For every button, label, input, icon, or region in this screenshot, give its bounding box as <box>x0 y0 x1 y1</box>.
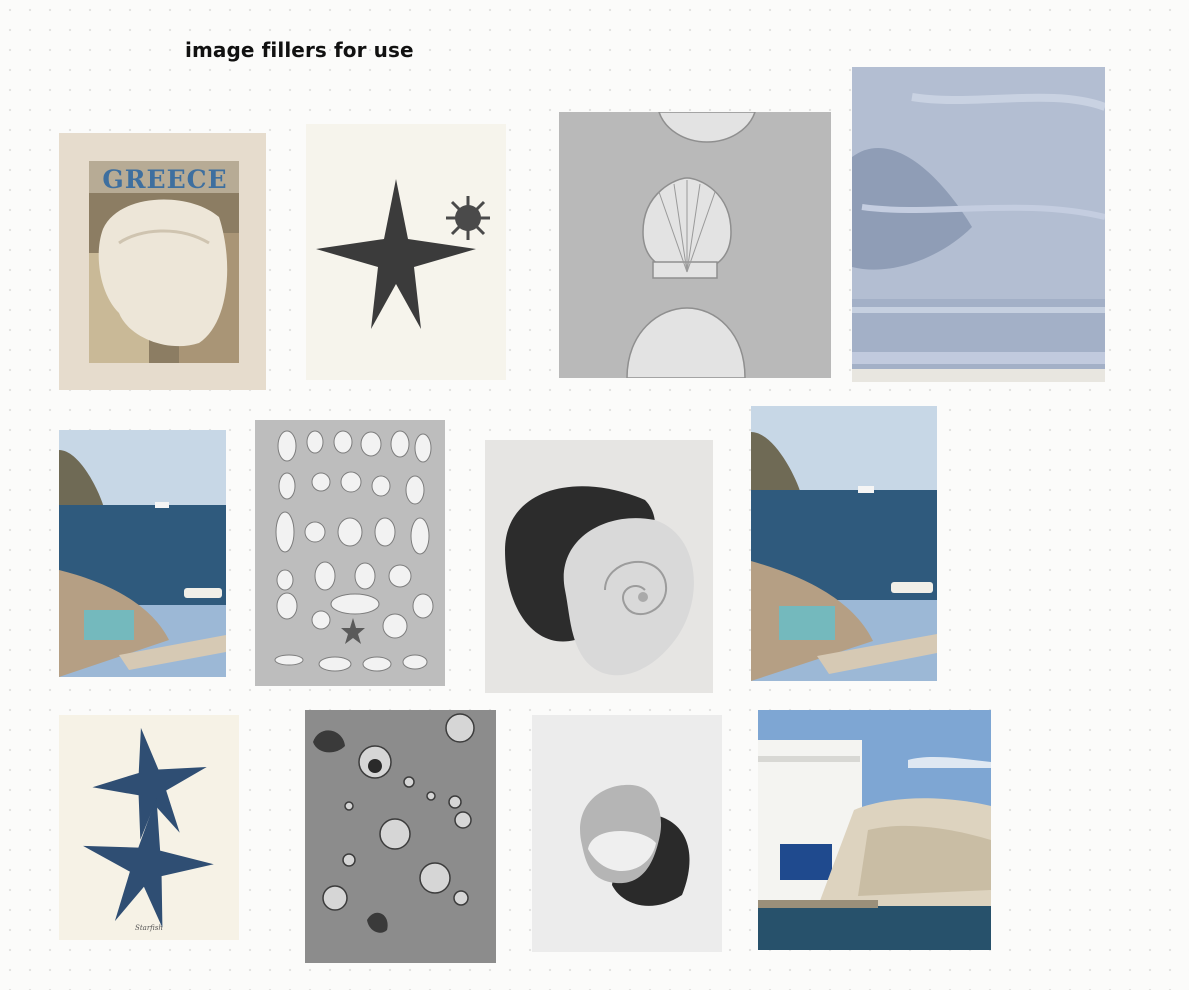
coastal-cliff-image-right[interactable] <box>751 406 937 681</box>
white-house-sea-image[interactable] <box>758 710 991 950</box>
coastal-cliff-image-left[interactable] <box>59 430 226 677</box>
conch-shell-image[interactable] <box>532 715 722 952</box>
snail-shells-image[interactable] <box>305 710 496 963</box>
greece-cover-text: GREECE <box>102 165 228 194</box>
greece-book-image[interactable]: GREECE <box>59 133 266 390</box>
page-title: image fillers for use <box>185 38 414 62</box>
urchin-icon <box>446 196 490 240</box>
starfish-urchin-image[interactable] <box>306 124 506 380</box>
blue-starfish-print-image[interactable]: Starfish <box>59 715 239 940</box>
print-signature: Starfish <box>135 924 163 932</box>
starfish-icon <box>316 179 476 329</box>
nautilus-shell-icon <box>563 518 694 676</box>
shell-collection-image[interactable] <box>255 420 445 686</box>
nautilus-shell-image[interactable] <box>485 440 713 693</box>
blue-towel-image[interactable] <box>852 67 1105 382</box>
scallop-shells-image[interactable] <box>559 112 831 378</box>
